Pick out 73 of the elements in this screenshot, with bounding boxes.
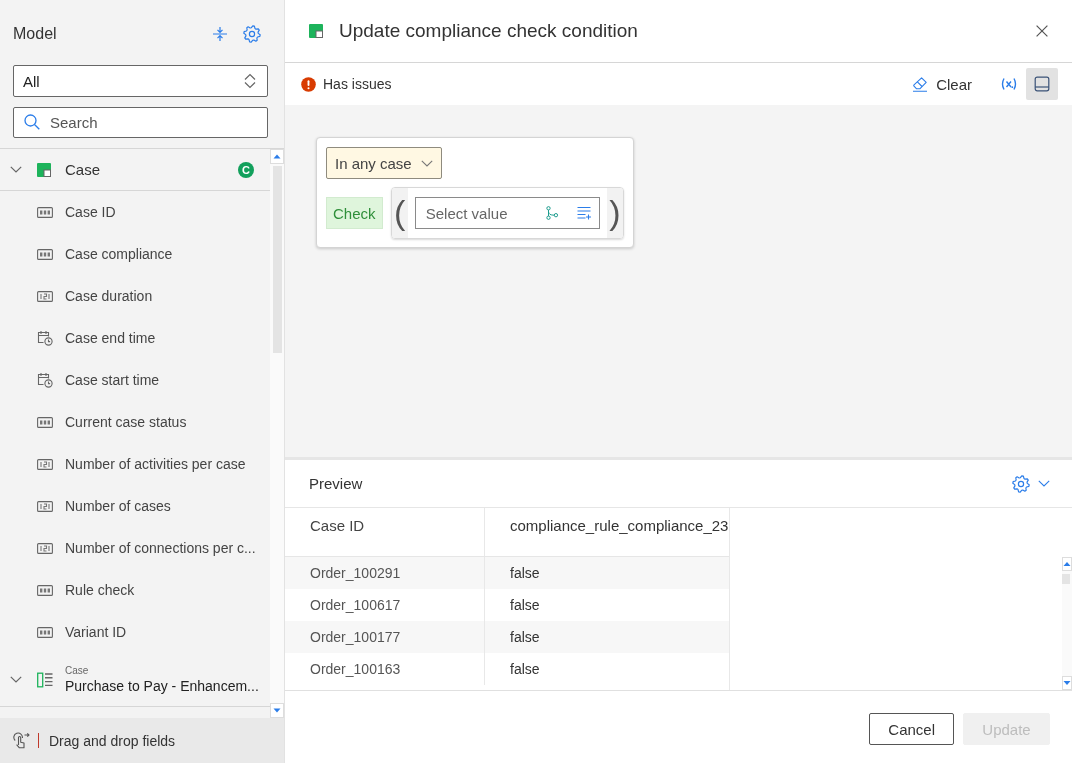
text-type-icon xyxy=(37,416,53,428)
collapse-icon[interactable] xyxy=(212,26,228,42)
preview-title: Preview xyxy=(309,475,363,492)
expand-chevron-icon[interactable] xyxy=(10,166,22,173)
table-cell-text: false xyxy=(509,660,541,679)
scrollbar[interactable] xyxy=(270,149,284,718)
keyword-tag: Check xyxy=(326,197,383,229)
drag-hand-icon xyxy=(12,731,30,750)
tree-group-label[interactable]: Purchase to Pay - Enhancem... xyxy=(65,678,259,694)
text-type-icon xyxy=(37,206,53,218)
hint-text: Drag and drop fields xyxy=(49,732,176,749)
field-item[interactable]: Number of cases xyxy=(65,498,171,514)
letter-badge: C xyxy=(238,161,254,178)
table-cell-text: false xyxy=(509,628,541,647)
calendar-clock-icon xyxy=(37,330,53,346)
branch-icon[interactable] xyxy=(544,206,559,220)
field-item[interactable]: Rule check xyxy=(65,582,135,598)
filter-dropdown[interactable]: All xyxy=(13,65,268,97)
search-field[interactable]: Search xyxy=(13,107,268,138)
field-item[interactable]: Case start time xyxy=(65,372,160,388)
search-icon xyxy=(24,114,40,130)
field-item[interactable]: Variant ID xyxy=(65,624,127,640)
error-icon xyxy=(301,76,316,92)
field-item[interactable]: Current case status xyxy=(65,414,187,430)
field-item[interactable]: Case compliance xyxy=(65,246,173,262)
field-item[interactable]: Number of activities per case xyxy=(65,456,246,472)
cancel-button[interactable]: Cancel xyxy=(869,713,954,745)
tree-group-label[interactable]: Case xyxy=(65,161,238,178)
clear-button[interactable]: Clear xyxy=(912,75,972,93)
number-type-icon xyxy=(37,290,53,302)
text-type-icon xyxy=(37,626,53,638)
table-cell: Order_100163 xyxy=(285,653,485,685)
number-type-icon xyxy=(37,542,53,554)
gear-icon xyxy=(1012,474,1030,493)
column-header: compliance_rule_compliance_23 xyxy=(509,516,728,536)
panel-icon xyxy=(1034,76,1050,92)
dialog-title: Update compliance check condition xyxy=(339,20,639,42)
chevron-icon xyxy=(420,159,433,167)
close-icon[interactable] xyxy=(1036,25,1048,37)
table-icon xyxy=(309,24,323,38)
updown-chevron-icon xyxy=(243,73,257,89)
table-icon xyxy=(37,162,51,177)
panel-title: Model xyxy=(13,25,58,43)
settings-icon[interactable] xyxy=(243,25,261,43)
list-add-icon[interactable] xyxy=(576,206,591,220)
expand-chevron-icon[interactable] xyxy=(10,676,22,683)
scope-dropdown[interactable]: In any case xyxy=(326,147,442,179)
text-type-icon xyxy=(37,584,53,596)
column-header: Case ID xyxy=(285,508,485,556)
eraser-icon xyxy=(912,76,929,92)
open-bracket: ( xyxy=(391,188,408,238)
scrollbar-thumb[interactable] xyxy=(1062,574,1070,584)
number-type-icon xyxy=(37,500,53,512)
number-type-icon xyxy=(37,458,53,470)
calendar-clock-icon xyxy=(37,372,53,388)
panel-toggle-button[interactable] xyxy=(1026,68,1058,100)
table-cell: Order_100291 xyxy=(285,557,485,589)
table-cell: Order_100177 xyxy=(285,621,485,653)
text-type-icon xyxy=(37,248,53,260)
field-item[interactable]: Case end time xyxy=(65,330,156,346)
status-text: Has issues xyxy=(323,76,392,92)
field-item[interactable]: Case ID xyxy=(65,204,116,220)
variable-icon[interactable] xyxy=(1000,77,1018,91)
preview-settings-button[interactable] xyxy=(1012,474,1050,493)
scrollbar[interactable] xyxy=(1062,557,1072,690)
table-cell-text: false xyxy=(509,596,541,615)
table-cell-text: false xyxy=(509,564,541,583)
list-icon xyxy=(37,671,53,688)
field-item[interactable]: Number of connections per c... xyxy=(65,540,256,556)
group-caption: Case xyxy=(65,665,90,676)
field-item[interactable]: Case duration xyxy=(65,288,153,304)
value-field[interactable]: Select value xyxy=(414,197,600,229)
chevron-icon xyxy=(1038,480,1050,487)
